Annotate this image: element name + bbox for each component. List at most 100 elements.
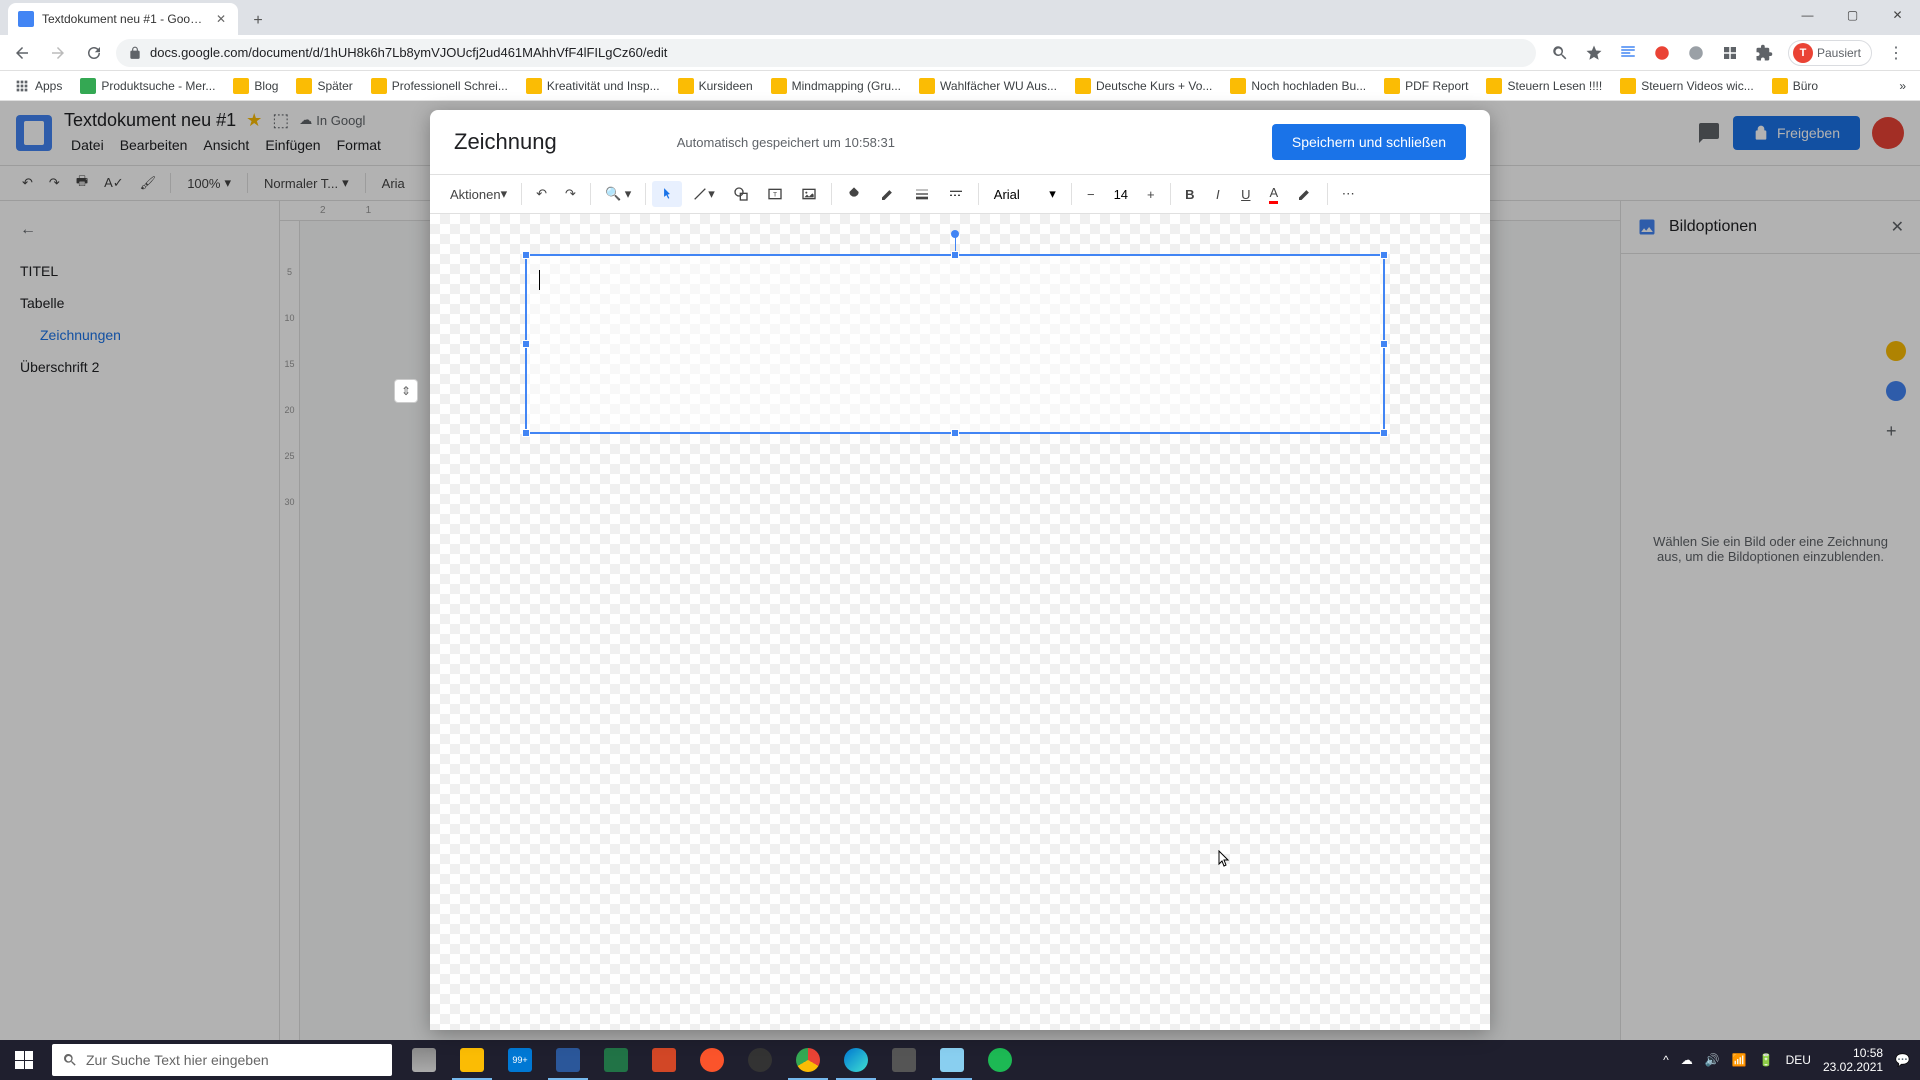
extensions-menu-icon[interactable] — [1754, 43, 1774, 63]
selected-textbox[interactable] — [525, 254, 1385, 434]
border-color-button[interactable] — [872, 180, 904, 208]
undo-button[interactable]: ↶ — [528, 180, 555, 208]
bookmark-item[interactable]: Kreativität und Insp... — [520, 75, 666, 97]
notepad-button[interactable] — [928, 1040, 976, 1080]
shape-tool[interactable] — [725, 180, 757, 208]
word-button[interactable] — [544, 1040, 592, 1080]
folder-icon — [371, 78, 387, 94]
bookmark-item[interactable]: Steuern Videos wic... — [1614, 75, 1760, 97]
resize-handle-w[interactable] — [522, 340, 530, 348]
bookmark-item[interactable]: Steuern Lesen !!!! — [1480, 75, 1608, 97]
bookmark-item[interactable]: Wahlfächer WU Aus... — [913, 75, 1063, 97]
star-icon[interactable] — [1584, 43, 1604, 63]
close-tab-icon[interactable]: ✕ — [214, 12, 228, 26]
bookmark-item[interactable]: Später — [290, 75, 358, 97]
bookmark-item[interactable]: Büro — [1766, 75, 1824, 97]
volume-icon[interactable]: 🔊 — [1705, 1053, 1720, 1067]
wifi-icon[interactable]: 📶 — [1732, 1053, 1747, 1067]
resize-handle-n[interactable] — [951, 251, 959, 259]
font-size-input[interactable]: 14 — [1106, 187, 1136, 202]
forward-button[interactable] — [44, 39, 72, 67]
text-color-button[interactable]: A — [1261, 179, 1287, 210]
font-size-decrease[interactable]: − — [1078, 181, 1104, 208]
highlight-button[interactable] — [1289, 180, 1321, 208]
powerpoint-button[interactable] — [640, 1040, 688, 1080]
reload-button[interactable] — [80, 39, 108, 67]
folder-icon — [1384, 78, 1400, 94]
excel-button[interactable] — [592, 1040, 640, 1080]
minimize-button[interactable]: — — [1785, 0, 1830, 30]
italic-button[interactable]: I — [1205, 181, 1231, 208]
font-select[interactable]: Arial ▾ — [985, 181, 1065, 207]
back-button[interactable] — [8, 39, 36, 67]
textbox-tool[interactable]: T — [759, 180, 791, 208]
zoom-button[interactable]: 🔍 ▾ — [597, 180, 639, 208]
border-dash-button[interactable] — [940, 180, 972, 208]
bold-button[interactable]: B — [1177, 181, 1203, 208]
bookmarks-overflow[interactable]: » — [1893, 76, 1912, 96]
bookmark-item[interactable]: Kursideen — [672, 75, 759, 97]
chrome-menu-icon[interactable]: ⋮ — [1886, 43, 1906, 63]
reader-icon[interactable] — [1618, 43, 1638, 63]
language-indicator[interactable]: DEU — [1786, 1053, 1811, 1067]
more-tools-button[interactable]: ⋯ — [1334, 180, 1363, 208]
clock[interactable]: 10:58 23.02.2021 — [1823, 1046, 1883, 1075]
mail-button[interactable]: 99+ — [496, 1040, 544, 1080]
bookmark-item[interactable]: Blog — [227, 75, 284, 97]
close-window-button[interactable]: ✕ — [1875, 0, 1920, 30]
task-view-button[interactable] — [400, 1040, 448, 1080]
folder-icon — [1772, 78, 1788, 94]
docs-favicon — [18, 11, 34, 27]
select-tool[interactable] — [652, 181, 682, 207]
canvas-resize-handle[interactable]: ⇕ — [394, 379, 418, 403]
extension-icon-2[interactable] — [1686, 43, 1706, 63]
image-tool[interactable] — [793, 180, 825, 208]
resize-handle-se[interactable] — [1380, 429, 1388, 437]
border-weight-button[interactable] — [906, 180, 938, 208]
drawing-canvas[interactable]: ⇕ — [430, 214, 1490, 1030]
profile-paused-badge[interactable]: T Pausiert — [1788, 40, 1872, 66]
folder-icon — [678, 78, 694, 94]
font-size-increase[interactable]: + — [1138, 181, 1164, 208]
underline-button[interactable]: U — [1233, 181, 1259, 208]
new-tab-button[interactable]: + — [244, 7, 272, 35]
url-field[interactable]: docs.google.com/document/d/1hUH8k6h7Lb8y… — [116, 39, 1536, 67]
resize-handle-e[interactable] — [1380, 340, 1388, 348]
maximize-button[interactable]: ▢ — [1830, 0, 1875, 30]
redo-button[interactable]: ↷ — [557, 180, 584, 208]
rotation-handle[interactable] — [951, 230, 959, 238]
onedrive-icon[interactable]: ☁ — [1681, 1053, 1693, 1067]
save-and-close-button[interactable]: Speichern und schließen — [1272, 124, 1466, 160]
resize-handle-ne[interactable] — [1380, 251, 1388, 259]
bookmark-item[interactable]: Noch hochladen Bu... — [1224, 75, 1372, 97]
brave-button[interactable] — [688, 1040, 736, 1080]
edge-button[interactable] — [832, 1040, 880, 1080]
bookmark-item[interactable]: Mindmapping (Gru... — [765, 75, 907, 97]
resize-handle-nw[interactable] — [522, 251, 530, 259]
drawing-header: Zeichnung Automatisch gespeichert um 10:… — [430, 110, 1490, 174]
bookmark-item[interactable]: Deutsche Kurs + Vo... — [1069, 75, 1218, 97]
extension-icon-3[interactable] — [1720, 43, 1740, 63]
taskbar-search[interactable]: Zur Suche Text hier eingeben — [52, 1044, 392, 1076]
obs-button[interactable] — [736, 1040, 784, 1080]
fill-color-button[interactable] — [838, 180, 870, 208]
apps-button[interactable]: Apps — [8, 75, 68, 97]
resize-handle-s[interactable] — [951, 429, 959, 437]
bookmark-item[interactable]: PDF Report — [1378, 75, 1474, 97]
tray-expand-icon[interactable]: ^ — [1663, 1053, 1669, 1067]
battery-icon[interactable]: 🔋 — [1759, 1053, 1774, 1067]
actions-menu[interactable]: Aktionen ▾ — [442, 180, 515, 208]
file-explorer-button[interactable] — [448, 1040, 496, 1080]
spotify-button[interactable] — [976, 1040, 1024, 1080]
app-button[interactable] — [880, 1040, 928, 1080]
resize-handle-sw[interactable] — [522, 429, 530, 437]
line-tool[interactable]: ▾ — [684, 180, 723, 208]
notifications-icon[interactable]: 💬 — [1895, 1053, 1910, 1067]
extension-icon-1[interactable] — [1652, 43, 1672, 63]
chrome-button[interactable] — [784, 1040, 832, 1080]
bookmark-item[interactable]: Professionell Schrei... — [365, 75, 514, 97]
start-button[interactable] — [0, 1040, 48, 1080]
bookmark-item[interactable]: Produktsuche - Mer... — [74, 75, 221, 97]
browser-tab[interactable]: Textdokument neu #1 - Google D ✕ — [8, 3, 238, 35]
zoom-icon[interactable] — [1550, 43, 1570, 63]
